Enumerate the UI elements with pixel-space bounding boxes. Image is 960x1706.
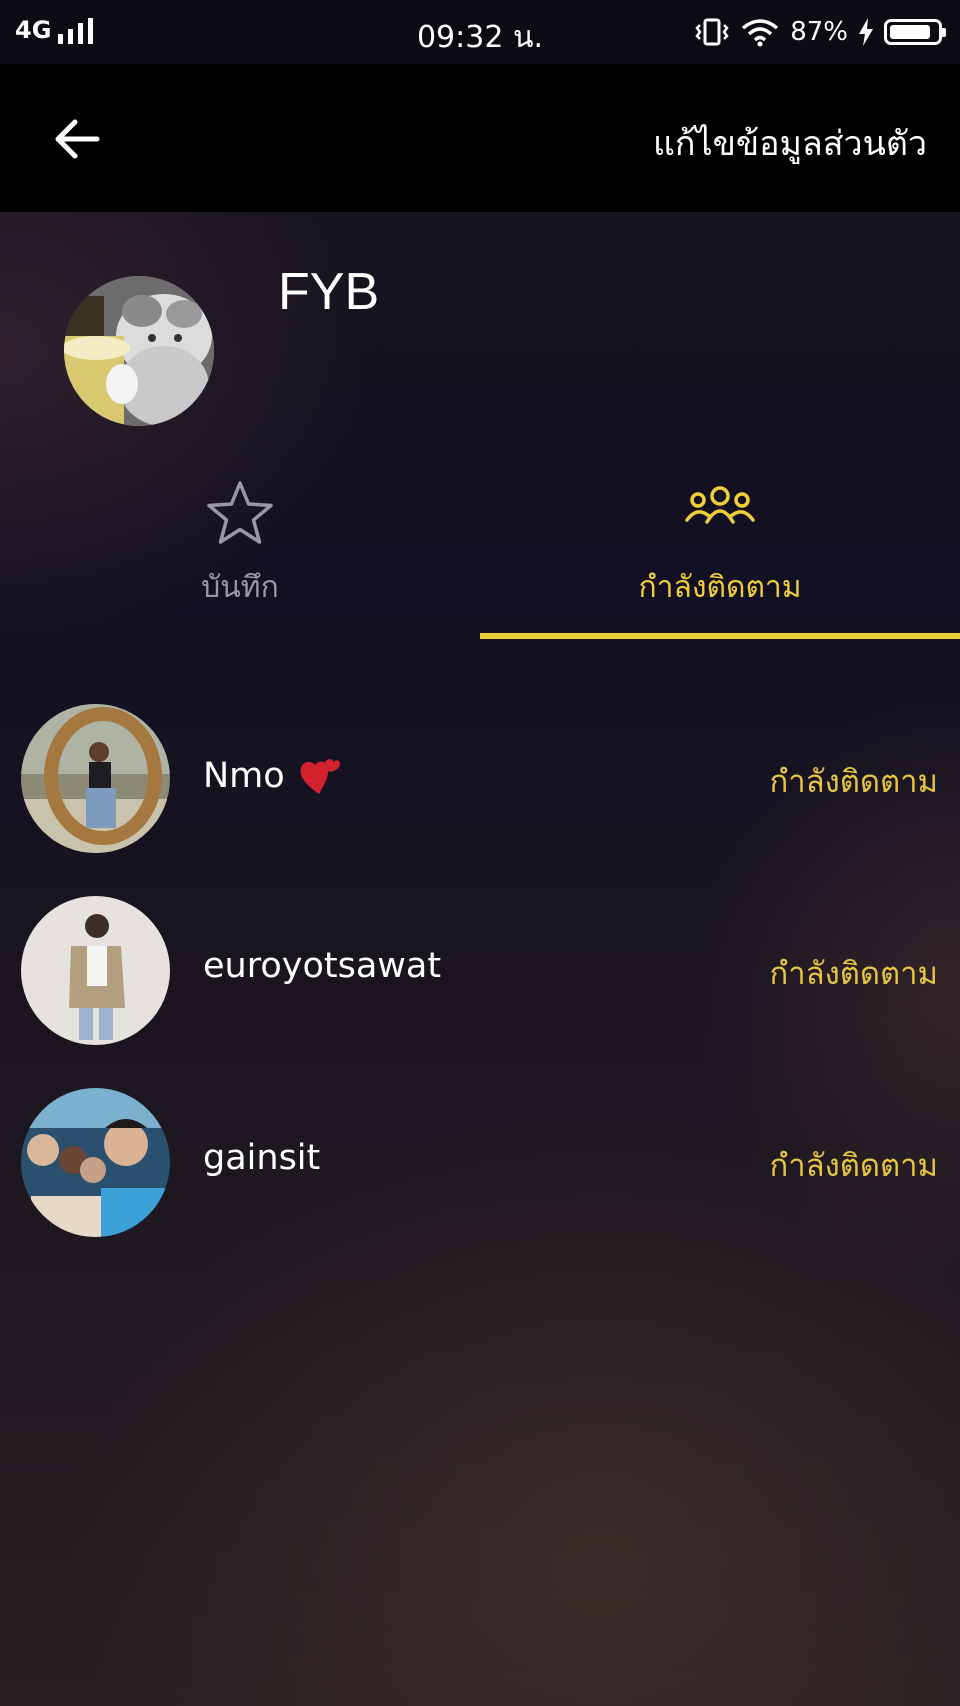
active-tab-indicator [480,633,960,639]
list-item[interactable]: gainsit กำลังติดตาม [0,1088,960,1238]
edit-profile-link[interactable]: แก้ไขข้อมูลส่วนตัว [653,116,927,170]
avatar[interactable] [21,1088,170,1237]
battery-icon [884,19,946,45]
vibrate-icon [695,18,729,46]
username: gainsit [203,1138,321,1178]
charging-icon [859,18,873,46]
status-bar: 4G 09:32 น. 87% [0,0,960,64]
profile-avatar[interactable] [64,276,214,426]
tab-following-label: กำลังติดตาม [638,570,802,605]
back-button[interactable] [44,106,110,172]
profile-name: FYB [278,263,380,321]
tab-saved[interactable]: บันทึก [0,470,480,640]
battery-percent: 87% [790,17,848,47]
following-button[interactable]: กำลังติดตาม [769,948,938,998]
following-button[interactable]: กำลังติดตาม [769,1140,938,1190]
avatar[interactable] [21,896,170,1045]
username: euroyotsawat [203,946,442,986]
arrow-left-icon [55,119,100,159]
two-hearts-icon [300,759,340,794]
users-icon [685,486,755,524]
username: Nmo [203,756,285,796]
cat-photo [64,276,214,426]
following-button[interactable]: กำลังติดตาม [769,756,938,806]
star-icon [207,481,273,544]
app-header: แก้ไขข้อมูลส่วนตัว [0,64,960,212]
tab-saved-label: บันทึก [201,570,279,605]
wifi-icon [742,19,779,47]
list-item[interactable]: euroyotsawat กำลังติดตาม [0,896,960,1046]
tab-following[interactable]: กำลังติดตาม [480,470,960,640]
status-icons: 87% [694,14,946,50]
avatar[interactable] [21,704,170,853]
list-item[interactable]: Nmo กำลังติดตาม [0,704,960,854]
